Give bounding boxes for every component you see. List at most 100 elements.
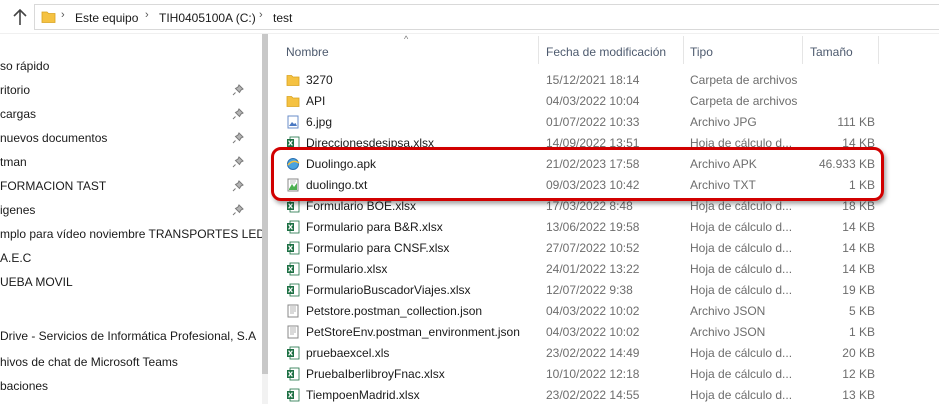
folder-icon <box>286 75 300 86</box>
json-file-icon <box>287 304 299 318</box>
file-row[interactable]: Direccionesdesipsa.xlsx 14/09/2022 13:51 H… <box>276 132 881 154</box>
nav-item[interactable]: FORMACION TAST <box>0 175 262 197</box>
nav-item-label: cargas <box>0 107 37 121</box>
pin-icon[interactable] <box>232 156 244 168</box>
file-row[interactable]: 3270 15/12/2021 18:14 Carpeta de archivos <box>276 69 881 91</box>
file-row[interactable]: Duolingo.apk 21/02/2023 17:58 Archivo APK 4… <box>276 153 881 175</box>
file-row[interactable]: FormularioBuscadorViajes.xlsx 12/07/2022 … <box>276 279 881 301</box>
chevron-right-icon[interactable]: › <box>259 9 263 21</box>
nav-item-label: baciones <box>0 379 49 393</box>
column-divider[interactable] <box>538 36 539 64</box>
nav-scrollbar[interactable] <box>262 34 268 404</box>
file-size: 46.933 KB <box>818 157 875 171</box>
nav-item[interactable]: mplo para vídeo noviembre TRANSPORTES LE… <box>0 223 262 245</box>
folder-icon <box>286 96 300 107</box>
json-file-icon <box>287 325 299 339</box>
column-header-size[interactable]: Tamaño <box>810 45 853 59</box>
nav-item[interactable]: hivos de chat de Microsoft Teams <box>0 351 262 373</box>
file-row[interactable]: Formulario.xlsx 24/01/2022 13:22 Hoja de c… <box>276 258 881 280</box>
excel-file-icon <box>287 220 300 234</box>
file-type: Carpeta de archivos <box>690 73 798 87</box>
file-row[interactable]: Formulario para B&R.xlsx 13/06/2022 19:58… <box>276 216 881 238</box>
chevron-right-icon[interactable]: › <box>145 9 149 21</box>
file-row[interactable]: pruebaexcel.xls 23/02/2022 14:49 Hoja de c… <box>276 342 881 364</box>
file-type: Hoja de cálculo d... <box>690 136 793 150</box>
nav-item[interactable]: baciones <box>0 375 262 397</box>
nav-item[interactable]: A.E.C <box>0 247 262 269</box>
file-list: ^ Nombre Fecha de modificación Tipo Tama… <box>276 34 939 404</box>
file-date: 04/03/2022 10:04 <box>546 94 640 108</box>
file-date: 21/02/2023 17:58 <box>546 157 640 171</box>
file-size: 19 KB <box>842 283 875 297</box>
nav-item[interactable]: Drive - Servicios de Informática Profesi… <box>0 325 262 347</box>
nav-item[interactable]: so rápido <box>0 55 262 77</box>
file-row[interactable]: PetStoreEnv.postman_environment.json 04/0… <box>276 321 881 343</box>
file-name: TiempoenMadrid.xlsx <box>306 388 420 402</box>
nav-item[interactable]: igenes <box>0 199 262 221</box>
file-row[interactable]: Formulario para CNSF.xlsx 27/07/2022 10:5… <box>276 237 881 259</box>
file-size: 14 KB <box>842 262 875 276</box>
excel-file-icon <box>287 262 300 276</box>
file-date: 04/03/2022 10:02 <box>546 304 640 318</box>
file-type: Hoja de cálculo d... <box>690 262 793 276</box>
column-header-date[interactable]: Fecha de modificación <box>546 45 666 59</box>
file-name: FormularioBuscadorViajes.xlsx <box>306 283 471 297</box>
file-row[interactable]: Petstore.postman_collection.json 04/03/20… <box>276 300 881 322</box>
file-name: PruebaIberlibroyFnac.xlsx <box>306 367 445 381</box>
file-size: 14 KB <box>842 136 875 150</box>
nav-item-label: so rápido <box>0 59 50 73</box>
file-size: 18 KB <box>842 199 875 213</box>
file-date: 24/01/2022 13:22 <box>546 262 640 276</box>
file-type: Carpeta de archivos <box>690 94 798 108</box>
file-type: Hoja de cálculo d... <box>690 241 793 255</box>
nav-item[interactable]: ritorio <box>0 79 262 101</box>
file-row[interactable]: PruebaIberlibroyFnac.xlsx 10/10/2022 12:1… <box>276 363 881 385</box>
file-name: Formulario BOE.xlsx <box>306 199 417 213</box>
file-size: 1 KB <box>848 178 875 192</box>
column-divider[interactable] <box>878 36 879 64</box>
file-date: 13/06/2022 19:58 <box>546 220 640 234</box>
file-date: 04/03/2022 10:02 <box>546 325 640 339</box>
file-date: 27/07/2022 10:52 <box>546 241 640 255</box>
file-size: 13 KB <box>842 388 875 402</box>
nav-item[interactable]: nuevos documentos <box>0 127 262 149</box>
nav-item[interactable] <box>0 295 262 317</box>
file-row[interactable]: API 04/03/2022 10:04 Carpeta de archivos <box>276 90 881 112</box>
pin-icon[interactable] <box>232 84 244 96</box>
pin-icon[interactable] <box>232 108 244 120</box>
breadcrumb-drive[interactable]: TIH0405100A (C:) <box>159 11 256 25</box>
column-header-name[interactable]: Nombre <box>286 45 329 59</box>
apk-file-icon <box>287 158 300 170</box>
nav-item[interactable]: UEBA MOVIL <box>0 271 262 293</box>
address-bar[interactable]: › Este equipo › TIH0405100A (C:) › test <box>34 4 939 30</box>
text-file-icon <box>287 178 299 192</box>
up-arrow-icon[interactable] <box>10 6 30 28</box>
file-type: Hoja de cálculo d... <box>690 199 793 213</box>
excel-file-icon <box>287 367 300 381</box>
column-divider[interactable] <box>802 36 803 64</box>
breadcrumb-este-equipo[interactable]: Este equipo <box>75 11 138 25</box>
pin-icon[interactable] <box>232 204 244 216</box>
nav-item[interactable]: tman <box>0 151 262 173</box>
file-row[interactable]: duolingo.txt 09/03/2023 10:42 Archivo TXT 1… <box>276 174 881 196</box>
column-divider[interactable] <box>683 36 684 64</box>
file-row[interactable]: TiempoenMadrid.xlsx 23/02/2022 14:55 Hoja … <box>276 384 881 404</box>
pin-icon[interactable] <box>232 180 244 192</box>
file-date: 10/10/2022 12:18 <box>546 367 640 381</box>
file-name: 6.jpg <box>306 115 333 129</box>
column-header-type[interactable]: Tipo <box>690 45 713 59</box>
navigation-pane: so rápido ritorio cargas nuevos documentos… <box>0 34 262 404</box>
file-type: Hoja de cálculo d... <box>690 220 793 234</box>
nav-item-label: A.E.C <box>0 251 32 265</box>
breadcrumb-test[interactable]: test <box>273 11 292 25</box>
excel-file-icon <box>287 283 300 297</box>
image-file-icon <box>287 115 299 129</box>
file-row[interactable]: 6.jpg 01/07/2022 10:33 Archivo JPG 111 KB <box>276 111 881 133</box>
excel-file-icon <box>287 199 300 213</box>
scrollbar-thumb[interactable] <box>262 34 268 374</box>
nav-item[interactable]: cargas <box>0 103 262 125</box>
file-row[interactable]: Formulario BOE.xlsx 17/03/2022 8:48 Hoja d… <box>276 195 881 217</box>
chevron-right-icon[interactable]: › <box>61 9 65 21</box>
pin-icon[interactable] <box>232 132 244 144</box>
address-bar-area: › Este equipo › TIH0405100A (C:) › test <box>0 0 939 34</box>
